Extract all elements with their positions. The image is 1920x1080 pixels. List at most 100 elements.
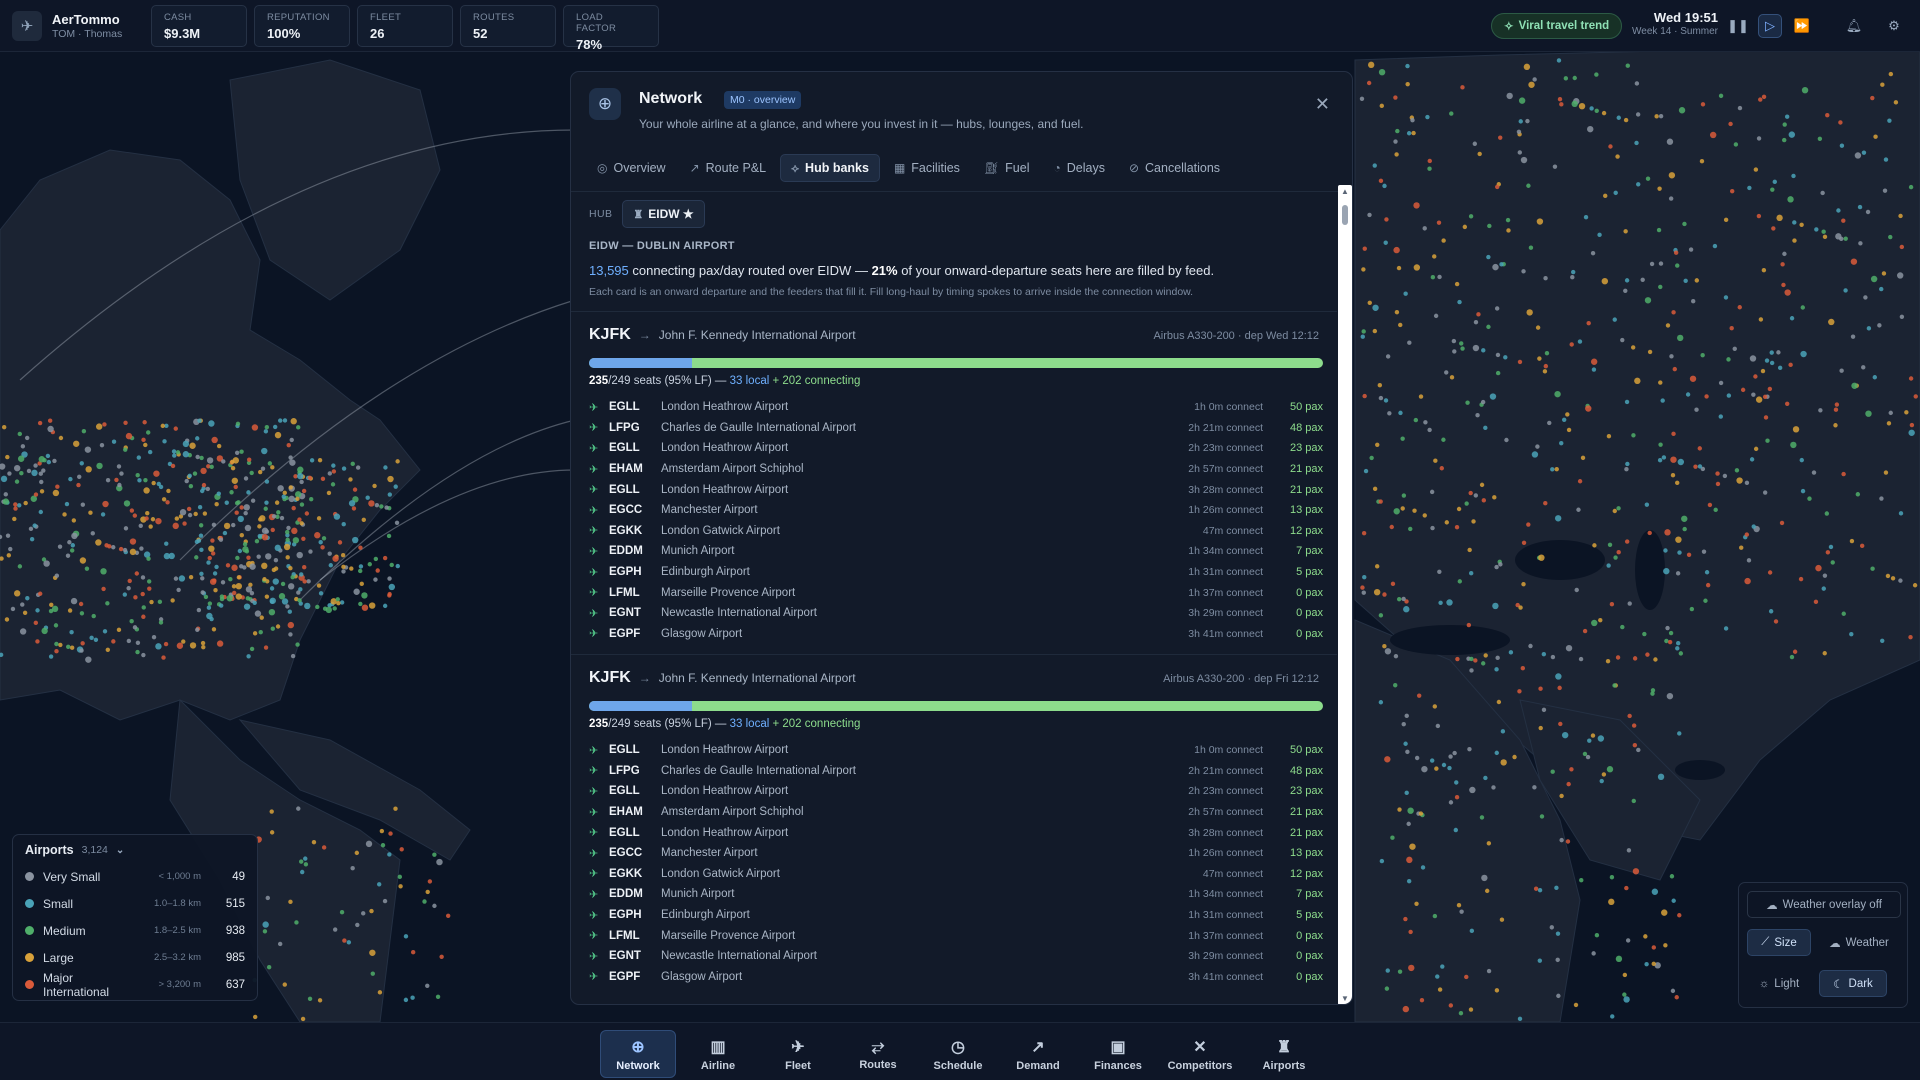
airport-marker[interactable] [1409,843,1416,850]
airport-marker[interactable] [239,564,244,569]
airport-marker[interactable] [239,533,244,538]
airport-marker[interactable] [1636,182,1641,187]
tab-facilities[interactable]: ▦ Facilities [884,154,970,182]
airport-marker[interactable] [1578,102,1586,110]
airport-marker[interactable] [1729,326,1734,331]
airport-marker[interactable] [79,557,87,564]
airport-marker[interactable] [170,463,176,469]
airport-marker[interactable] [1437,274,1442,280]
legend-row[interactable]: Small 1.0–1.8 km 515 [25,890,245,917]
airport-marker[interactable] [69,548,75,553]
airport-marker[interactable] [1390,835,1395,840]
airport-marker[interactable] [1773,619,1779,624]
airport-marker[interactable] [1429,758,1435,763]
airport-marker[interactable] [1594,933,1600,938]
airport-marker[interactable] [395,563,400,569]
airport-marker[interactable] [379,828,385,834]
airport-marker[interactable] [309,458,315,463]
airport-marker[interactable] [1820,190,1825,196]
airport-marker[interactable] [1597,735,1605,742]
airport-marker[interactable] [1624,885,1629,891]
airport-marker[interactable] [1400,506,1405,511]
airport-marker[interactable] [257,533,262,539]
airport-marker[interactable] [348,477,353,482]
airport-marker[interactable] [1718,380,1724,386]
airport-marker[interactable] [84,566,90,571]
airport-marker[interactable] [1448,800,1454,805]
airport-marker[interactable] [1535,325,1541,330]
airport-marker[interactable] [1625,461,1630,467]
airport-marker[interactable] [1454,281,1460,287]
airport-marker[interactable] [269,809,274,814]
airport-marker[interactable] [1406,131,1412,136]
airport-marker[interactable] [197,505,203,510]
airport-marker[interactable] [1543,276,1548,281]
airport-marker[interactable] [1675,263,1680,268]
airport-marker[interactable] [67,608,73,613]
airport-marker[interactable] [389,562,394,568]
airport-marker[interactable] [1460,346,1465,351]
airport-marker[interactable] [1406,821,1411,827]
airport-marker[interactable] [52,489,60,497]
airport-marker[interactable] [1658,284,1663,290]
airport-marker[interactable] [435,994,441,999]
feeder-row[interactable]: ✈ EDDM Munich Airport 1h 34m connect 7 pax [589,541,1323,562]
airport-marker[interactable] [102,500,109,508]
airport-marker[interactable] [386,533,392,539]
tab-cancellations[interactable]: ⊘ Cancellations [1119,154,1230,182]
airport-marker[interactable] [1893,100,1899,105]
airport-marker[interactable] [1383,240,1388,245]
airport-marker[interactable] [358,564,364,569]
airport-marker[interactable] [1459,341,1464,346]
airport-marker[interactable] [1458,1011,1464,1016]
airport-marker[interactable] [1615,955,1623,963]
airport-marker[interactable] [282,418,288,423]
airport-marker[interactable] [235,421,241,427]
airport-marker[interactable] [195,627,200,632]
airport-marker[interactable] [141,614,146,619]
airport-marker[interactable] [1685,392,1691,397]
airport-marker[interactable] [1705,582,1711,588]
airport-marker[interactable] [144,516,149,521]
airport-marker[interactable] [1715,471,1720,476]
airport-marker[interactable] [214,501,219,507]
airport-marker[interactable] [1559,837,1564,843]
airport-marker[interactable] [1569,767,1574,772]
airport-marker[interactable] [1526,183,1531,188]
airport-marker[interactable] [196,607,202,613]
airport-marker[interactable] [251,424,259,431]
airport-marker[interactable] [20,444,26,449]
airport-marker[interactable] [377,990,383,995]
airport-marker[interactable] [1373,588,1381,596]
airport-marker[interactable] [320,476,326,482]
airport-marker[interactable] [1486,968,1492,974]
airport-marker[interactable] [1476,312,1481,317]
airport-marker[interactable] [1839,236,1844,242]
airport-marker[interactable] [395,459,400,464]
airport-marker[interactable] [79,461,84,466]
airport-marker[interactable] [336,601,341,606]
airport-marker[interactable] [1542,369,1548,374]
airport-marker[interactable] [35,639,40,644]
airport-marker[interactable] [335,597,340,602]
airport-marker[interactable] [306,579,311,584]
airport-marker[interactable] [1406,856,1413,864]
airport-marker[interactable] [261,447,268,455]
airport-marker[interactable] [1634,81,1640,86]
airport-marker[interactable] [1554,515,1562,522]
airport-marker[interactable] [286,525,291,531]
legend-row[interactable]: Very Small < 1,000 m 49 [25,863,245,890]
airport-marker[interactable] [295,496,300,502]
airport-marker[interactable] [302,579,307,584]
airport-marker[interactable] [14,479,20,484]
airport-marker[interactable] [1403,741,1408,746]
scroll-up-icon[interactable]: ▲ [1338,187,1352,196]
airport-marker[interactable] [1483,425,1488,431]
feeder-row[interactable]: ✈ EGLL London Heathrow Airport 2h 23m conne… [589,438,1323,459]
airport-marker[interactable] [1427,427,1432,433]
airport-marker[interactable] [1394,309,1400,315]
airport-marker[interactable] [1882,188,1888,193]
airport-marker[interactable] [1626,848,1632,853]
airport-marker[interactable] [350,461,355,467]
airport-marker[interactable] [1585,405,1592,412]
